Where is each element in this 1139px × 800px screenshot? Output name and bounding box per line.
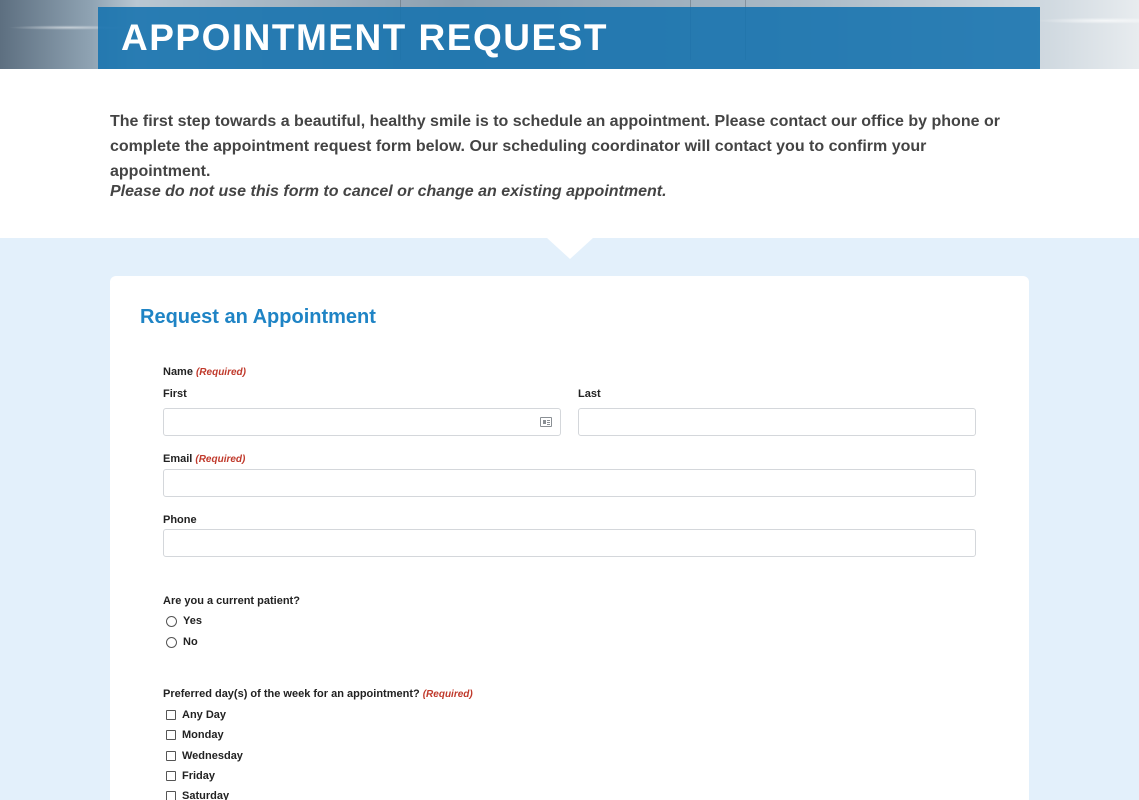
name-label: Name (Required) — [163, 366, 246, 378]
day-option-wednesday[interactable]: Wednesday — [166, 749, 243, 763]
checkbox[interactable] — [166, 730, 176, 740]
checkbox-label: Friday — [182, 770, 216, 782]
contact-card-icon[interactable] — [540, 417, 552, 427]
day-option-saturday[interactable]: Saturday — [166, 789, 229, 800]
radio-button[interactable] — [166, 615, 177, 627]
checkbox[interactable] — [166, 751, 176, 761]
checkbox[interactable] — [166, 791, 176, 800]
radio-button[interactable] — [166, 636, 177, 648]
day-option-any-day[interactable]: Any Day — [166, 708, 226, 722]
days-question-text: Preferred day(s) of the week for an appo… — [163, 688, 420, 700]
phone-label: Phone — [163, 514, 197, 526]
day-option-friday[interactable]: Friday — [166, 769, 215, 783]
days-question: Preferred day(s) of the week for an appo… — [163, 688, 473, 700]
first-name-label: First — [163, 388, 187, 400]
patient-option-no[interactable]: No — [166, 635, 198, 649]
page-title: APPOINTMENT REQUEST — [121, 17, 608, 58]
required-tag: (Required) — [195, 454, 246, 465]
checkbox-label: Monday — [182, 729, 224, 741]
intro-text: The first step towards a beautiful, heal… — [110, 113, 1000, 180]
checkbox-label: Saturday — [182, 790, 230, 800]
checkbox[interactable] — [166, 710, 176, 720]
hero-banner: APPOINTMENT REQUEST — [0, 0, 1139, 69]
checkbox[interactable] — [166, 771, 176, 781]
last-name-label: Last — [578, 388, 601, 400]
radio-label: Yes — [183, 615, 202, 627]
phone-input[interactable] — [163, 529, 976, 557]
first-name-input[interactable] — [163, 408, 561, 436]
patient-option-yes[interactable]: Yes — [166, 614, 202, 628]
intro-section: The first step towards a beautiful, heal… — [0, 69, 1139, 238]
section-notch — [547, 238, 593, 259]
checkbox-label: Any Day — [182, 709, 227, 721]
patient-question: Are you a current patient? — [163, 595, 300, 607]
required-tag: (Required) — [422, 689, 473, 700]
name-label-text: Name — [163, 366, 193, 378]
intro-note: Please do not use this form to cancel or… — [110, 183, 667, 200]
appointment-form: Request an Appointment Name (Required) Fi… — [110, 276, 1029, 800]
email-input[interactable] — [163, 469, 976, 497]
email-label-text: Email — [163, 453, 193, 465]
radio-label: No — [183, 636, 198, 648]
required-tag: (Required) — [195, 367, 246, 378]
form-title: Request an Appointment — [140, 306, 376, 328]
checkbox-label: Wednesday — [182, 750, 243, 762]
email-label: Email (Required) — [163, 453, 245, 465]
last-name-input[interactable] — [578, 408, 976, 436]
day-option-monday[interactable]: Monday — [166, 728, 224, 742]
